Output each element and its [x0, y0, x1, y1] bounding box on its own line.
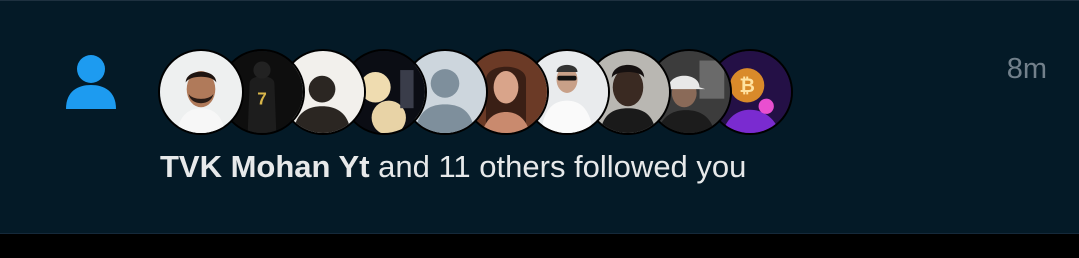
timestamp: 8m: [1006, 53, 1047, 85]
follower-avatars: 7 ₿: [158, 49, 793, 139]
message-rest: and 11 others followed you: [369, 149, 747, 184]
actor-name-link[interactable]: TVK Mohan Yt: [160, 149, 370, 184]
avatar-man-with-beard[interactable]: [158, 49, 244, 135]
follow-notification[interactable]: 7 ₿ 8m TVK Mohan Yt and 11 others follow…: [0, 0, 1079, 234]
notification-message: TVK Mohan Yt and 11 others followed you: [160, 149, 746, 185]
svg-text:₿: ₿: [739, 76, 755, 97]
person-icon: [64, 53, 118, 111]
svg-text:7: 7: [257, 88, 267, 108]
